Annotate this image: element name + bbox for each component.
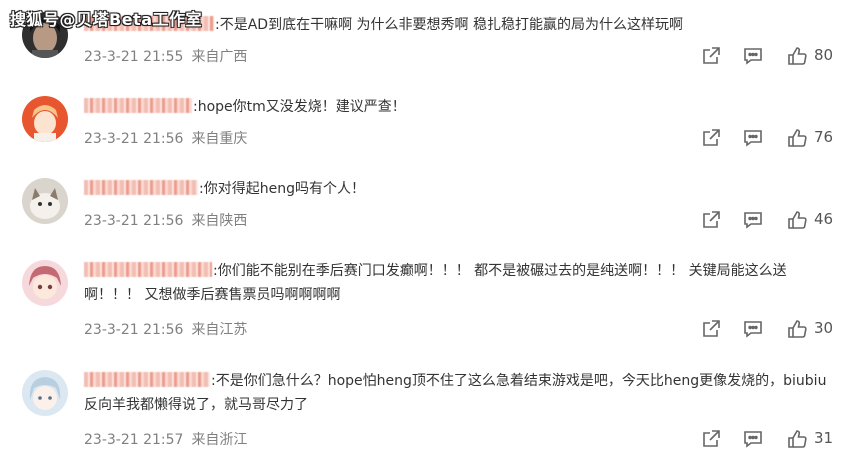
timestamp: 23-3-21 21:57 xyxy=(84,432,184,448)
share-icon[interactable] xyxy=(700,428,722,450)
comment-text: :hope你tm又没发烧！建议严查！ xyxy=(193,99,406,115)
like-icon[interactable] xyxy=(786,45,808,67)
comment-icon[interactable] xyxy=(742,209,764,231)
comment-actions: 31 xyxy=(700,428,847,450)
comment-actions: 30 xyxy=(700,318,847,340)
comment-body: :不是你们急什么？hope怕heng顶不住了这么急着结束游戏是吧，今天比heng… xyxy=(84,369,835,417)
comment-icon[interactable] xyxy=(742,318,764,340)
like-icon[interactable] xyxy=(786,127,808,149)
comment-meta: 23-3-21 21:55 来自广西 xyxy=(84,46,247,66)
like-icon[interactable] xyxy=(786,209,808,231)
comment-icon[interactable] xyxy=(742,127,764,149)
like-icon[interactable] xyxy=(786,318,808,340)
share-icon[interactable] xyxy=(700,45,722,67)
watermark: 搜狐号@贝塔Beta工作室 xyxy=(10,10,202,29)
timestamp: 23-3-21 21:56 xyxy=(84,131,184,147)
timestamp: 23-3-21 21:56 xyxy=(84,322,184,338)
like-count: 46 xyxy=(814,210,834,228)
comment-icon[interactable] xyxy=(742,45,764,67)
comment-meta: 23-3-21 21:56 来自江苏 xyxy=(84,319,247,339)
avatar[interactable] xyxy=(22,260,68,306)
username[interactable] xyxy=(84,98,193,115)
comment-meta: 23-3-21 21:56 来自重庆 xyxy=(84,128,247,148)
comment-meta: 23-3-21 21:57 来自浙江 xyxy=(84,429,247,449)
comment-body: :你们能不能别在季后赛门口发癫啊！！！ 都不是被碾过去的是纯送啊！！！ 关键局能… xyxy=(84,259,835,307)
like-count: 76 xyxy=(814,128,834,146)
location: 来自浙江 xyxy=(191,432,248,448)
timestamp: 23-3-21 21:55 xyxy=(84,49,184,65)
share-icon[interactable] xyxy=(700,318,722,340)
comment-meta: 23-3-21 21:56 来自陕西 xyxy=(84,210,247,230)
like-count: 31 xyxy=(814,429,834,447)
comment-icon[interactable] xyxy=(742,428,764,450)
username[interactable] xyxy=(84,262,213,279)
username[interactable] xyxy=(84,372,211,389)
share-icon[interactable] xyxy=(700,209,722,231)
like-icon[interactable] xyxy=(786,428,808,450)
comment-body: :hope你tm又没发烧！建议严查！ xyxy=(84,95,835,119)
location: 来自重庆 xyxy=(191,131,248,147)
username[interactable] xyxy=(84,180,199,197)
comment-text: :不是AD到底在干嘛啊 为什么非要想秀啊 稳扎稳打能赢的局为什么这样玩啊 xyxy=(215,17,683,33)
comment-actions: 46 xyxy=(700,209,847,231)
location: 来自陕西 xyxy=(191,213,248,229)
avatar[interactable] xyxy=(22,96,68,142)
like-count: 30 xyxy=(814,319,834,337)
location: 来自江苏 xyxy=(191,322,248,338)
like-count: 80 xyxy=(814,46,834,64)
comment-actions: 80 xyxy=(700,45,847,67)
avatar[interactable] xyxy=(22,178,68,224)
comment-actions: 76 xyxy=(700,127,847,149)
location: 来自广西 xyxy=(191,49,248,65)
comment-body: :你对得起heng吗有个人！ xyxy=(84,177,835,201)
share-icon[interactable] xyxy=(700,127,722,149)
comment-text: :你对得起heng吗有个人！ xyxy=(199,181,365,197)
timestamp: 23-3-21 21:56 xyxy=(84,213,184,229)
avatar[interactable] xyxy=(22,370,68,416)
